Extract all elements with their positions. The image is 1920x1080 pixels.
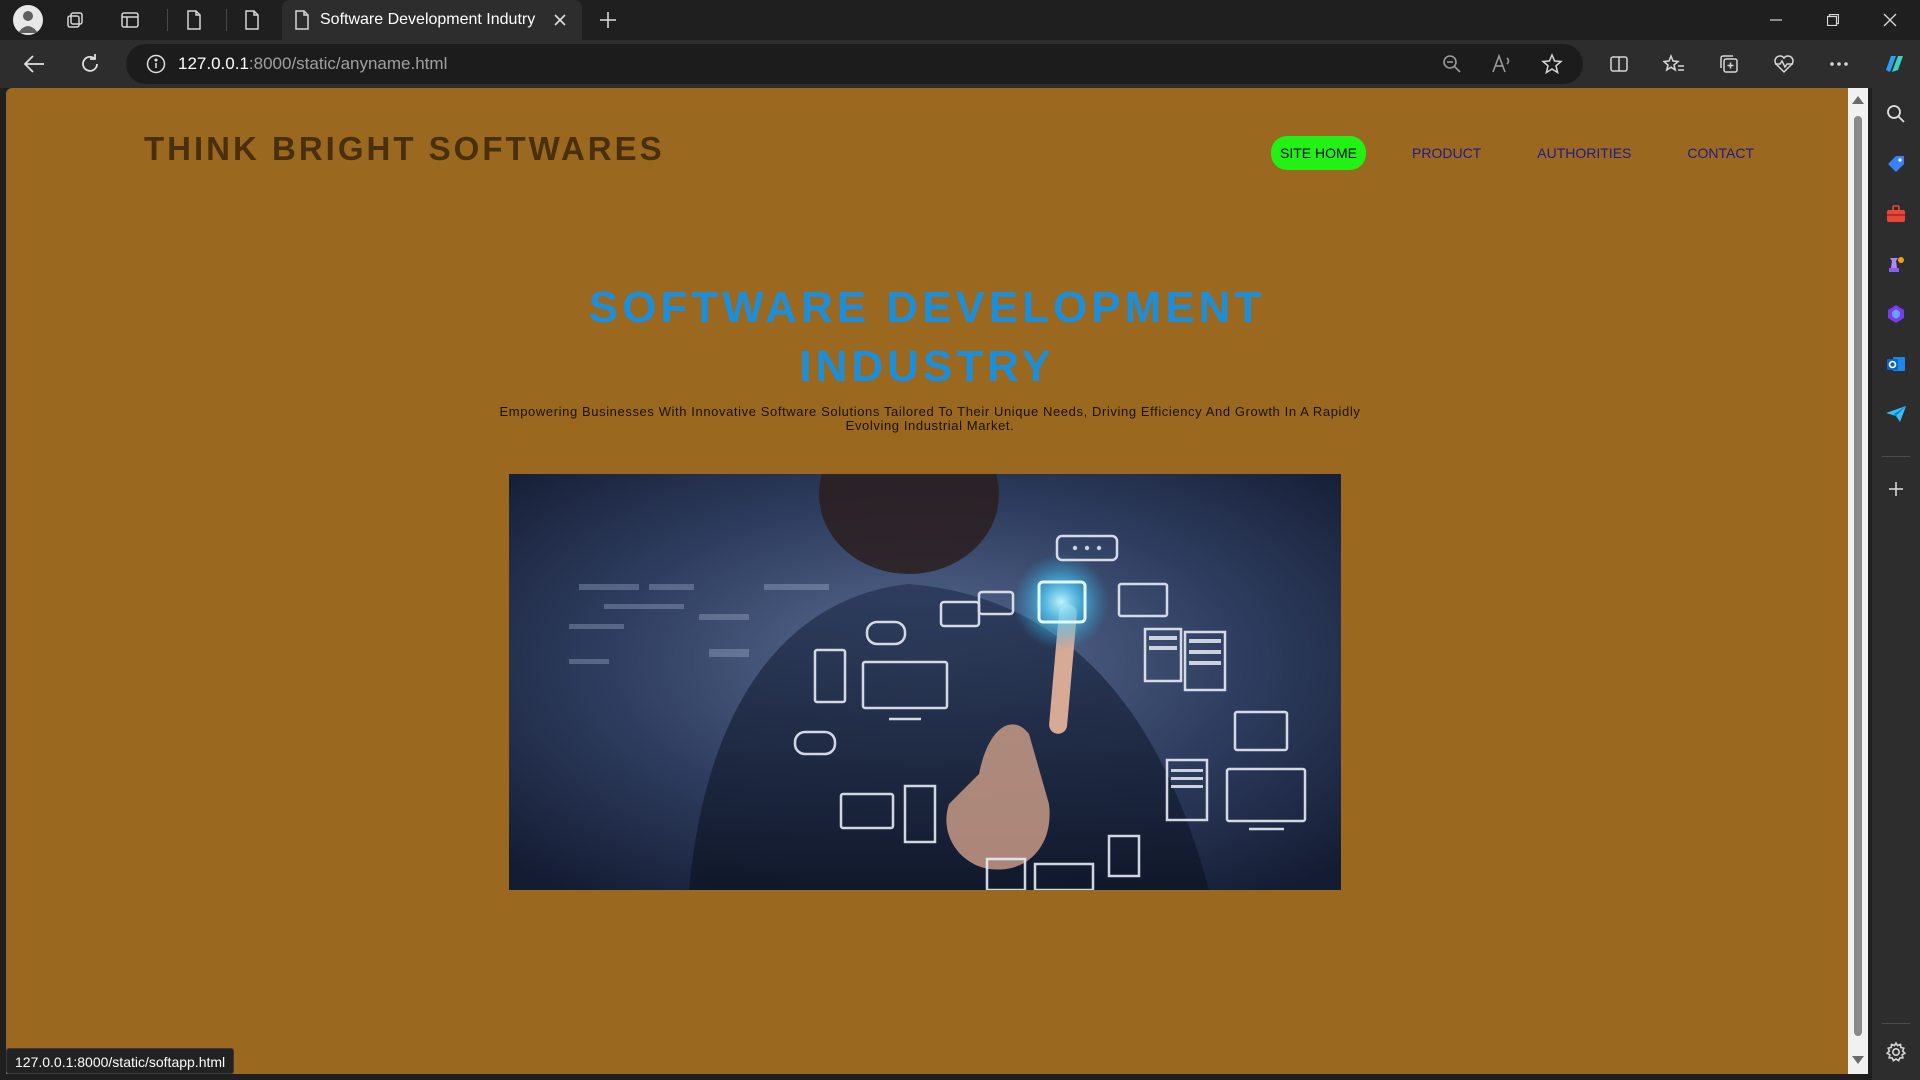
- close-tab-icon[interactable]: [550, 10, 570, 30]
- hero-title-line2: INDUSTRY: [799, 342, 1055, 391]
- nav-product[interactable]: PRODUCT: [1402, 137, 1491, 169]
- briefcase-icon[interactable]: [1880, 198, 1912, 230]
- edge-sidebar: [1872, 88, 1920, 1080]
- hero-subtitle: Empowering Businesses With Innovative So…: [499, 404, 1361, 433]
- url-text: 127.0.0.1:8000/static/anyname.html: [178, 54, 447, 74]
- address-bar[interactable]: 127.0.0.1:8000/static/anyname.html: [126, 44, 1583, 84]
- site-brand: THINK BRIGHT SOFTWARES: [144, 130, 665, 167]
- copilot-icon[interactable]: [1872, 44, 1916, 84]
- tab-separator: [167, 9, 168, 31]
- collections-icon[interactable]: [1707, 44, 1751, 84]
- more-options-icon[interactable]: [1817, 44, 1861, 84]
- add-icon[interactable]: [1880, 473, 1912, 505]
- status-link-preview: 127.0.0.1:8000/static/softapp.html: [6, 1048, 235, 1074]
- site-info-icon[interactable]: [146, 54, 166, 74]
- profile-button[interactable]: [4, 0, 52, 40]
- pinned-tab-page-icon[interactable]: [228, 0, 276, 40]
- scroll-up-arrow-icon[interactable]: [1852, 96, 1864, 104]
- hero-title-line1: SOFTWARE DEVELOPMENT: [588, 283, 1266, 332]
- zoom-out-icon[interactable]: [1434, 46, 1470, 82]
- chess-icon[interactable]: [1880, 248, 1912, 280]
- close-window-icon[interactable]: [1862, 0, 1918, 40]
- refresh-icon[interactable]: [70, 44, 110, 84]
- send-icon[interactable]: [1880, 398, 1912, 430]
- nav-site-home[interactable]: SITE HOME: [1271, 136, 1367, 170]
- tab-page-icon: [294, 10, 310, 30]
- new-tab-icon[interactable]: [590, 0, 626, 40]
- url-path: :8000/static/anyname.html: [248, 54, 448, 73]
- favorites-icon[interactable]: [1652, 44, 1696, 84]
- tag-icon[interactable]: [1880, 148, 1912, 180]
- active-tab[interactable]: Software Development Indutry: [282, 0, 582, 40]
- workspaces-icon[interactable]: [52, 0, 100, 40]
- page-scrollbar[interactable]: [1848, 88, 1868, 1074]
- favorite-star-icon[interactable]: [1534, 46, 1570, 82]
- outlook-icon[interactable]: [1880, 348, 1912, 380]
- sidebar-separator: [1882, 1023, 1910, 1024]
- browser-toolbar: 127.0.0.1:8000/static/anyname.html: [0, 40, 1920, 88]
- pinned-tab-page-icon[interactable]: [170, 0, 218, 40]
- settings-icon[interactable]: [1880, 1036, 1912, 1068]
- profile-avatar-icon: [13, 5, 43, 35]
- nav-authorities[interactable]: AUTHORITIES: [1527, 137, 1641, 169]
- search-icon[interactable]: [1880, 98, 1912, 130]
- split-screen-icon[interactable]: [1597, 44, 1641, 84]
- minimize-icon[interactable]: [1748, 0, 1804, 40]
- tab-title: Software Development Indutry: [320, 11, 536, 28]
- restore-icon[interactable]: [1805, 0, 1861, 40]
- site-nav: SITE HOME PRODUCT AUTHORITIES CONTACT: [1271, 136, 1800, 170]
- scroll-down-arrow-icon[interactable]: [1852, 1056, 1864, 1064]
- back-arrow-icon[interactable]: [14, 44, 54, 84]
- tab-separator: [226, 9, 227, 31]
- sidebar-separator: [1882, 456, 1910, 457]
- page-viewport: THINK BRIGHT SOFTWARES SITE HOME PRODUCT…: [6, 88, 1848, 1074]
- browser-essentials-icon[interactable]: [1762, 44, 1806, 84]
- browser-tab-bar: Software Development Indutry: [0, 0, 1920, 40]
- copilot-app-icon[interactable]: [1880, 298, 1912, 330]
- hero-image: [509, 474, 1341, 890]
- read-aloud-icon[interactable]: [1484, 46, 1520, 82]
- hero-title: SOFTWARE DEVELOPMENT INDUSTRY: [6, 278, 1848, 396]
- nav-contact[interactable]: CONTACT: [1677, 137, 1764, 169]
- scrollbar-thumb[interactable]: [1854, 116, 1862, 1036]
- url-host: 127.0.0.1: [178, 54, 249, 73]
- tab-actions-icon[interactable]: [106, 0, 154, 40]
